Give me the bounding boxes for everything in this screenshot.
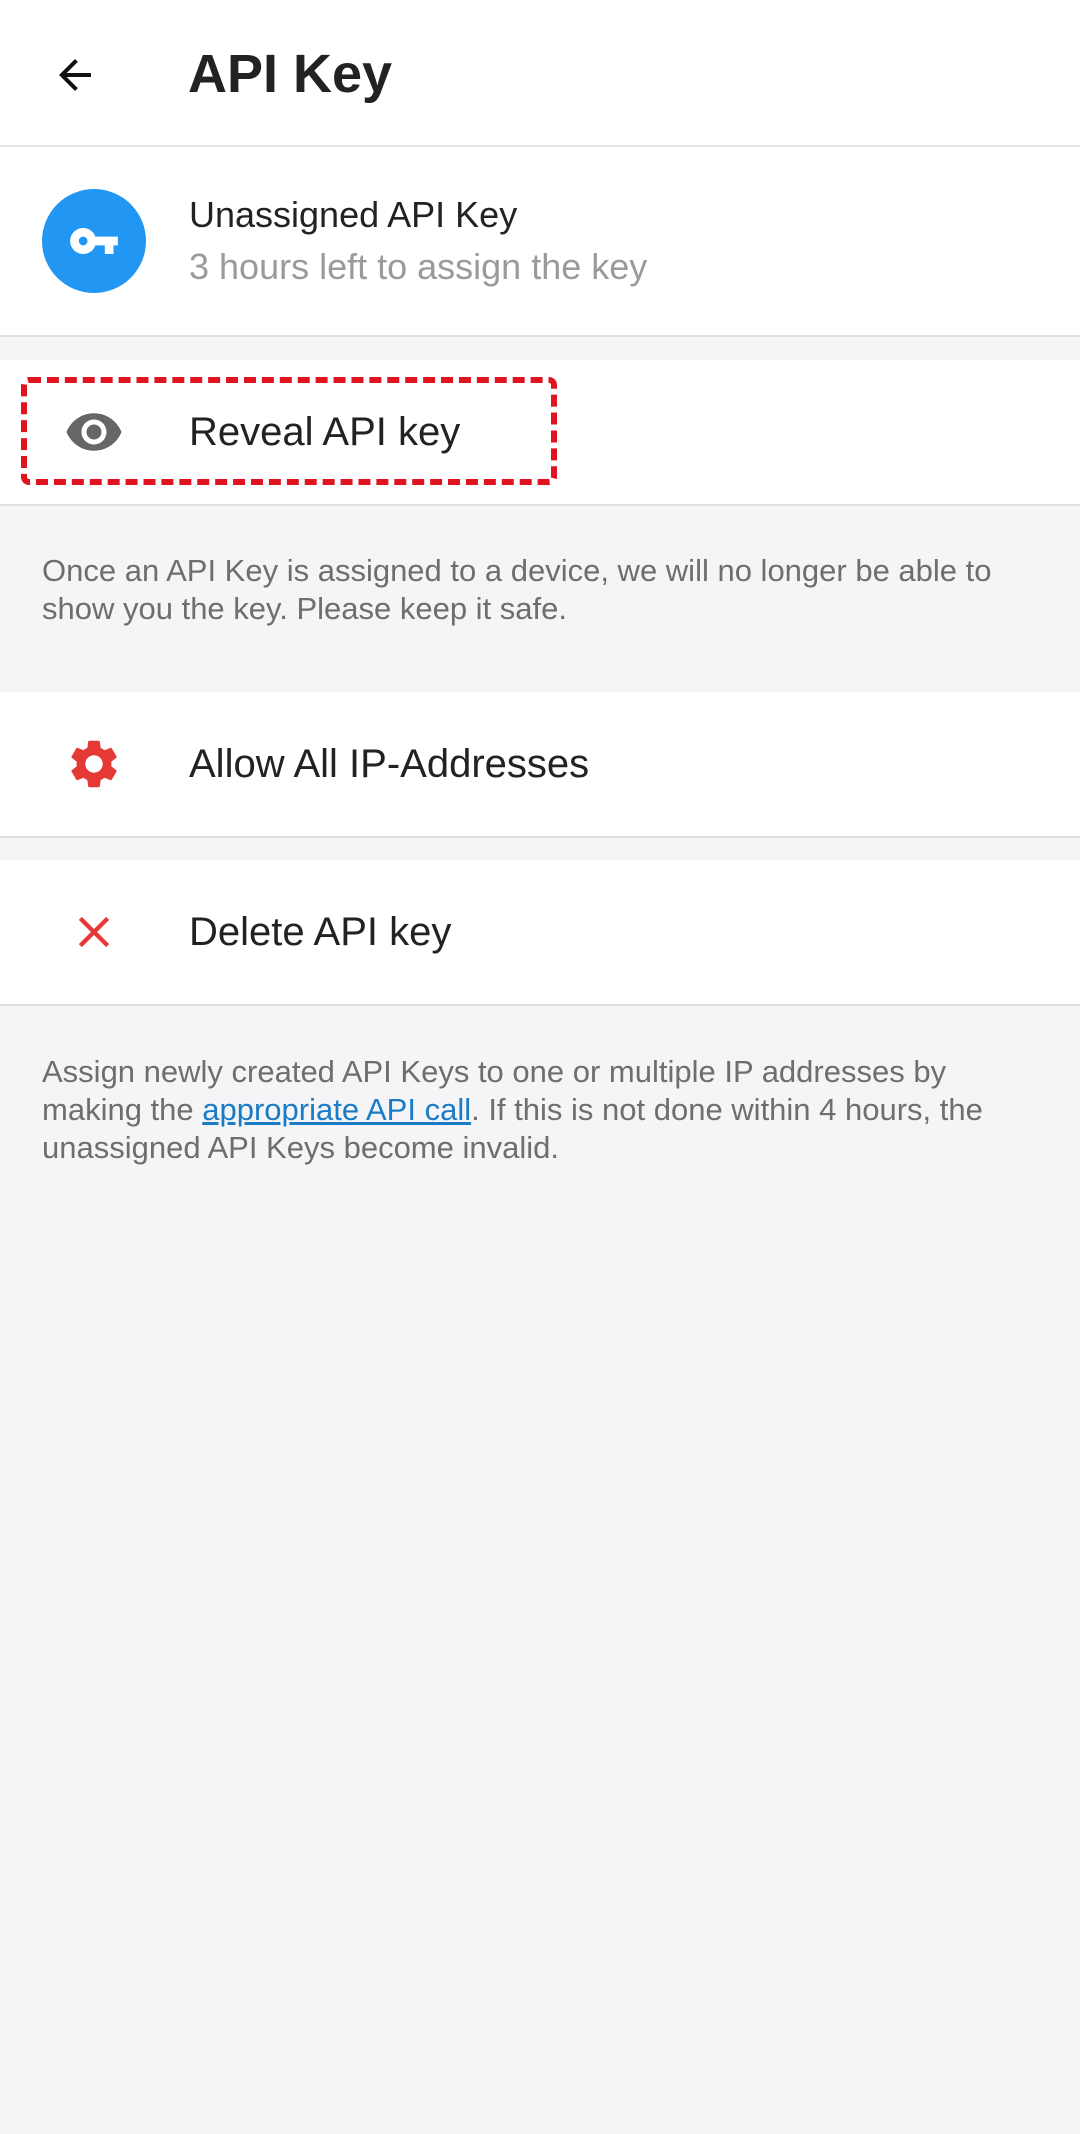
reveal-label: Reveal API key [189,410,461,454]
api-call-link[interactable]: appropriate API call [202,1092,471,1127]
gear-icon [71,740,117,788]
page-title: API Key [188,44,393,104]
assigned-key-note: Once an API Key is assigned to a device,… [42,553,992,626]
back-button[interactable] [30,30,120,120]
key-avatar [42,189,146,293]
key-title: Unassigned API Key [189,194,518,235]
delete-api-key-button[interactable]: Delete API key [0,860,1080,1006]
close-icon [78,916,110,948]
delete-icon-wrap [54,896,134,968]
reveal-icon-wrap [54,396,134,468]
allow-icon-wrap [54,728,134,800]
reveal-api-key-button[interactable]: Reveal API key [0,360,1080,506]
assign-keys-note: Assign newly created API Keys to one or … [42,1053,1042,1167]
eye-icon [66,413,122,451]
api-key-status-card: Unassigned API Key 3 hours left to assig… [0,147,1080,337]
delete-label: Delete API key [189,910,452,954]
key-icon [70,228,118,254]
app-bar: API Key [0,0,1080,147]
allow-all-ip-button[interactable]: Allow All IP-Addresses [0,692,1080,838]
allow-label: Allow All IP-Addresses [189,742,590,786]
key-subtitle: 3 hours left to assign the key [189,246,648,287]
arrow-left-icon [59,59,91,91]
